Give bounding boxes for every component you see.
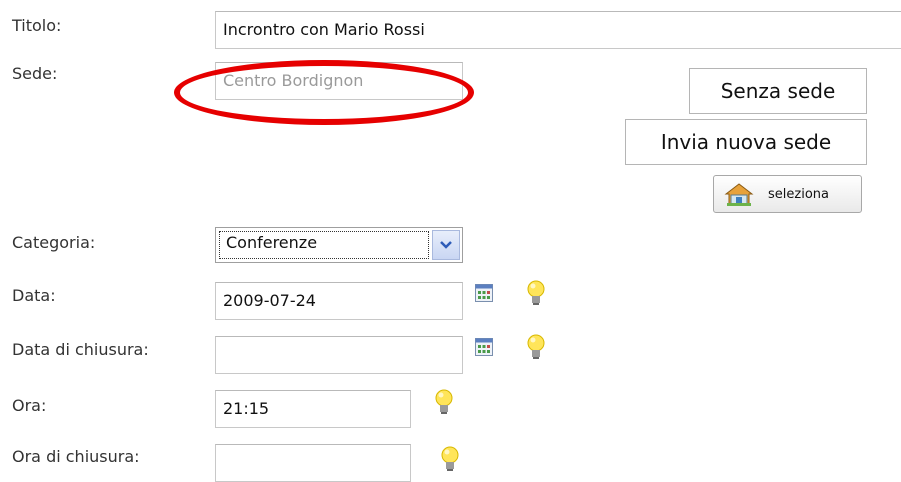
seleziona-label: seleziona: [768, 186, 829, 202]
data-chiusura-label: Data di chiusura:: [12, 340, 149, 359]
lightbulb-icon: [527, 280, 545, 305]
home-icon: [724, 183, 754, 206]
categoria-label: Categoria:: [12, 233, 96, 252]
lightbulb-icon: [441, 446, 459, 471]
sede-input[interactable]: Centro Bordignon: [215, 62, 463, 100]
calendar-icon[interactable]: [475, 284, 493, 302]
ora-label: Ora:: [12, 396, 47, 415]
categoria-select[interactable]: Conferenze: [215, 227, 463, 263]
lightbulb-icon: [435, 389, 453, 414]
data-input[interactable]: 2009-07-24: [215, 282, 463, 320]
ora-chiusura-label: Ora di chiusura:: [12, 447, 140, 466]
data-label: Data:: [12, 286, 56, 305]
titolo-label: Titolo:: [12, 16, 62, 35]
ora-input[interactable]: 21:15: [215, 390, 411, 428]
categoria-selected-value: Conferenze: [219, 231, 429, 259]
invia-nuova-sede-button[interactable]: Invia nuova sede: [625, 119, 867, 165]
seleziona-button[interactable]: seleziona: [713, 175, 862, 213]
sede-label: Sede:: [12, 64, 58, 83]
senza-sede-button[interactable]: Senza sede: [689, 68, 867, 114]
data-chiusura-input[interactable]: [215, 336, 463, 374]
calendar-icon[interactable]: [475, 338, 493, 356]
titolo-input[interactable]: Incrontro con Mario Rossi: [215, 11, 901, 49]
ora-chiusura-input[interactable]: [215, 444, 411, 482]
lightbulb-icon: [527, 334, 545, 359]
chevron-down-icon[interactable]: [432, 230, 460, 260]
